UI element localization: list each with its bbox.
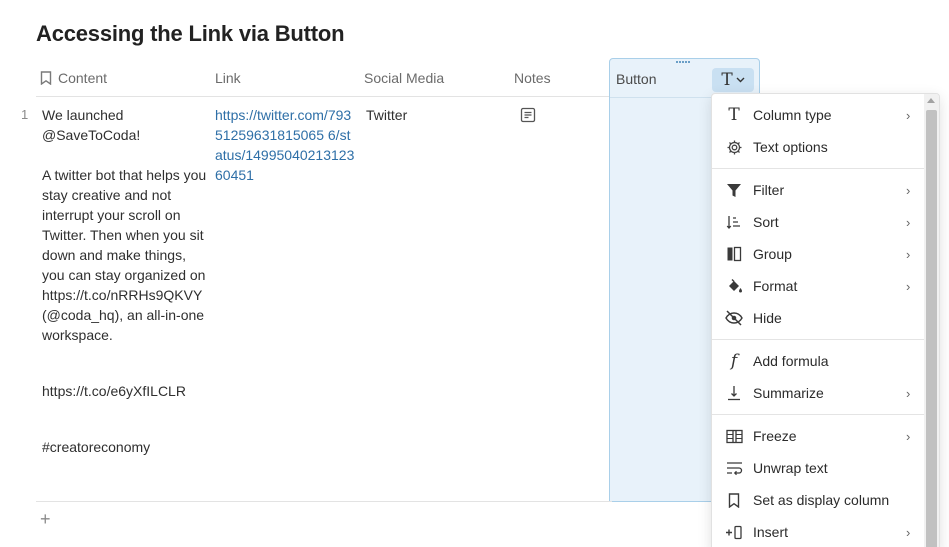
freeze-icon [725, 427, 743, 445]
wrap-icon [725, 459, 743, 477]
column-header-social-media[interactable]: Social Media [364, 70, 444, 86]
cell-content[interactable]: We launched @SaveToCoda! A twitter bot t… [42, 105, 207, 457]
scroll-up-arrow-icon[interactable] [927, 98, 935, 103]
page-title: Accessing the Link via Button [36, 21, 345, 46]
menu-item-label: Sort [753, 214, 779, 230]
menu-item-set-as-display-column[interactable]: Set as display column [712, 484, 924, 516]
menu-item-group[interactable]: Group › [712, 238, 924, 270]
paint-bucket-icon [725, 277, 743, 295]
cell-notes[interactable] [520, 107, 536, 128]
menu-item-label: Text options [753, 139, 828, 155]
content-paragraph: #creatoreconomy [42, 439, 151, 455]
note-icon[interactable] [520, 107, 536, 123]
cell-link[interactable]: https://twitter.com/79351259631815065 6/… [215, 105, 355, 185]
menu-item-label: Group [753, 246, 792, 262]
group-icon [725, 245, 743, 263]
column-type-menu-button[interactable]: T [712, 68, 754, 92]
chevron-right-icon: › [906, 107, 911, 123]
column-header-notes[interactable]: Notes [514, 70, 551, 86]
filter-icon [725, 181, 743, 199]
menu-item-format[interactable]: Format › [712, 270, 924, 302]
column-header-link[interactable]: Link [215, 70, 241, 86]
menu-item-label: Freeze [753, 428, 797, 444]
menu-item-label: Set as display column [753, 492, 890, 508]
row-number: 1 [21, 107, 29, 122]
sort-icon [725, 213, 743, 231]
menu-item-hide[interactable]: Hide [712, 302, 924, 334]
summarize-icon [725, 384, 743, 402]
bookmark-icon [725, 491, 743, 509]
gear-icon [725, 138, 743, 156]
menu-item-label: Insert [753, 524, 789, 540]
content-paragraph: https://t.co/e6yXfILCLR [42, 383, 186, 399]
content-paragraph: A twitter bot that helps you stay creati… [42, 167, 207, 343]
menu-item-label: Column type [753, 107, 832, 123]
chevron-down-icon [736, 77, 745, 83]
column-header-content[interactable]: Content [40, 70, 107, 86]
column-header-label: Social Media [364, 70, 445, 86]
row-divider [36, 501, 612, 502]
cell-social-media[interactable]: Twitter [366, 105, 407, 125]
menu-item-label: Filter [753, 182, 785, 198]
eye-slash-icon [725, 309, 743, 327]
menu-divider [712, 414, 924, 415]
menu-divider [712, 168, 924, 169]
menu-item-filter[interactable]: Filter › [712, 174, 924, 206]
menu-item-label: Hide [753, 310, 782, 326]
menu-item-label: Summarize [753, 385, 824, 401]
column-header-label: Notes [514, 70, 551, 86]
menu-item-add-formula[interactable]: f Add formula [712, 345, 924, 377]
type-icon: T [728, 105, 740, 125]
menu-divider [712, 339, 924, 340]
column-header-label: Link [215, 70, 241, 86]
chevron-right-icon: › [906, 524, 911, 540]
menu-item-unwrap-text[interactable]: Unwrap text [712, 452, 924, 484]
menu-scrollbar[interactable] [924, 94, 939, 547]
chevron-right-icon: › [906, 385, 911, 401]
menu-item-label: Add formula [753, 353, 829, 369]
chevron-right-icon: › [906, 182, 911, 198]
column-header-label: Content [58, 70, 108, 86]
scrollbar-thumb[interactable] [926, 110, 937, 547]
menu-item-insert[interactable]: Insert › [712, 516, 924, 547]
chevron-right-icon: › [906, 278, 911, 294]
chevron-right-icon: › [906, 214, 911, 230]
drag-handle-icon[interactable] [676, 61, 690, 65]
menu-item-sort[interactable]: Sort › [712, 206, 924, 238]
add-row-button[interactable]: + [40, 509, 51, 530]
formula-icon: f [730, 351, 738, 371]
menu-item-freeze[interactable]: Freeze › [712, 420, 924, 452]
menu-item-summarize[interactable]: Summarize › [712, 377, 924, 409]
column-header-button[interactable]: Button [616, 71, 656, 87]
content-paragraph: We launched @SaveToCoda! [42, 107, 141, 143]
bookmark-icon [40, 71, 52, 85]
menu-item-label: Format [753, 278, 798, 294]
column-options-menu: T Column type › Text options Filter › So… [711, 93, 940, 547]
insert-column-icon [725, 523, 743, 541]
chevron-right-icon: › [906, 428, 911, 444]
table-header: Content Link Social Media Notes [36, 62, 612, 97]
menu-item-text-options[interactable]: Text options [712, 131, 924, 163]
menu-item-label: Unwrap text [753, 460, 828, 476]
chevron-right-icon: › [906, 246, 911, 262]
type-icon: T [721, 70, 733, 90]
menu-item-column-type[interactable]: T Column type › [712, 99, 924, 131]
